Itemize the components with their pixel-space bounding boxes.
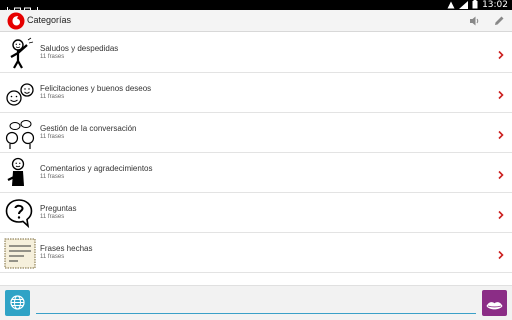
page-title: Categorías (27, 15, 72, 25)
lips-icon (486, 298, 503, 316)
sayings-card-icon (4, 236, 36, 270)
phrase-count: 11 frases (40, 94, 65, 100)
category-name: Gestión de la conversación (40, 124, 137, 133)
phrase-count: 11 frases (40, 134, 65, 140)
input-bar (0, 285, 512, 320)
chevron-right-icon (498, 127, 504, 140)
list-item[interactable]: Saludos y despedidas 11 frases (0, 33, 512, 73)
question-bubble-icon (4, 196, 36, 230)
vodafone-logo-icon[interactable] (7, 12, 25, 30)
language-button[interactable] (5, 290, 30, 316)
category-name: Preguntas (40, 204, 77, 213)
category-name: Felicitaciones y buenos deseos (40, 84, 152, 93)
conversation-faces-icon (4, 116, 36, 150)
list-item[interactable]: Preguntas 11 frases (0, 193, 512, 233)
phrase-input[interactable] (36, 292, 476, 314)
action-bar: Categorías (0, 10, 512, 32)
category-list: Saludos y despedidas 11 frases Felicitac… (0, 33, 512, 285)
thanking-person-icon (4, 156, 36, 190)
edit-pencil-icon[interactable] (492, 14, 506, 28)
notification-icons (4, 1, 41, 14)
status-bar: 13:02 (0, 0, 512, 14)
globe-icon (10, 295, 25, 315)
clock: 13:02 (482, 0, 508, 10)
volume-icon[interactable] (468, 14, 482, 28)
download-icon (34, 1, 41, 14)
list-item[interactable]: Frases hechas 11 frases (0, 233, 512, 273)
chevron-right-icon (498, 247, 504, 260)
category-name: Comentarios y agradecimientos (40, 164, 153, 173)
phrase-count: 11 frases (40, 214, 65, 220)
chevron-right-icon (498, 87, 504, 100)
list-item[interactable]: Felicitaciones y buenos deseos 11 frases (0, 73, 512, 113)
notification-icon (24, 1, 31, 14)
list-item[interactable]: Gestión de la conversación 11 frases (0, 113, 512, 153)
phrase-count: 11 frases (40, 54, 65, 60)
notification-icon (14, 1, 21, 14)
usb-icon (4, 1, 11, 14)
phrase-count: 11 frases (40, 254, 65, 260)
list-item[interactable]: Comentarios y agradecimientos 11 frases (0, 153, 512, 193)
speak-button[interactable] (482, 290, 507, 316)
phrase-count: 11 frases (40, 174, 65, 180)
category-name: Saludos y despedidas (40, 44, 119, 53)
chevron-right-icon (498, 47, 504, 60)
chevron-right-icon (498, 207, 504, 220)
chevron-right-icon (498, 167, 504, 180)
greeting-person-icon (4, 36, 36, 70)
category-name: Frases hechas (40, 244, 93, 253)
congratulations-faces-icon (4, 76, 36, 110)
